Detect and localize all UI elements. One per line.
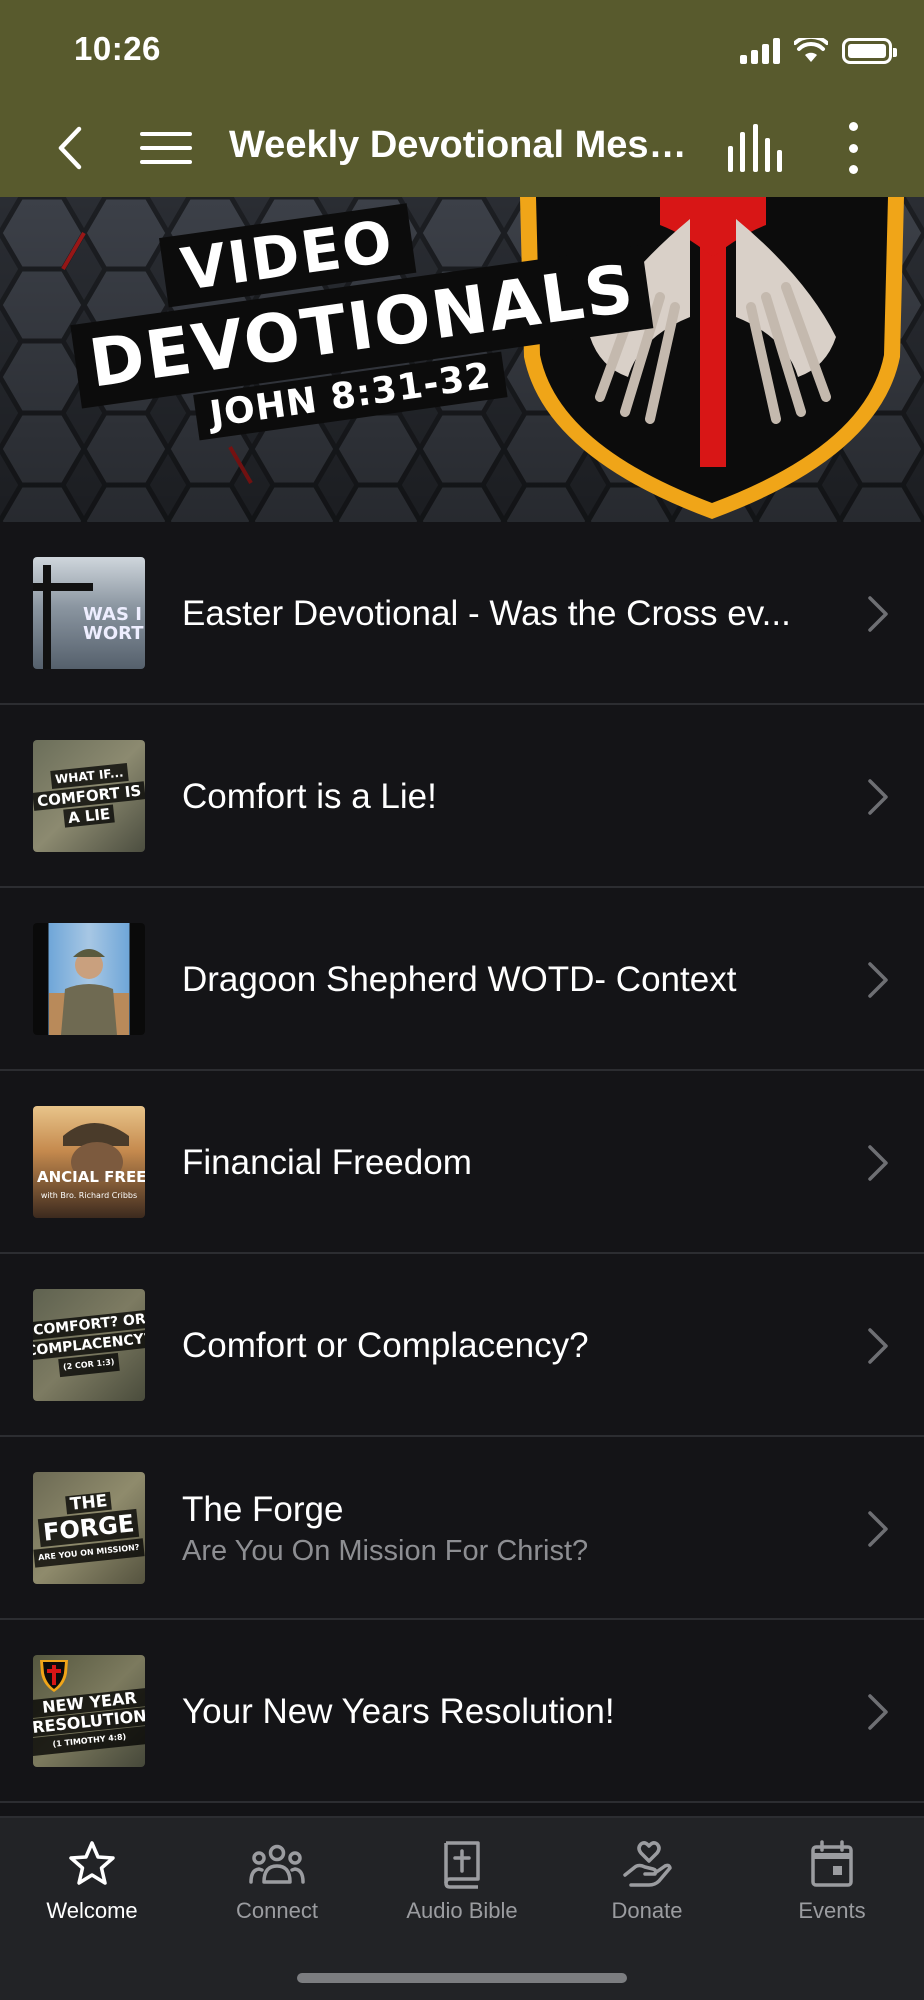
tab-donate[interactable]: Donate xyxy=(555,1836,739,1936)
chevron-left-icon xyxy=(58,126,82,170)
star-icon xyxy=(69,1841,115,1885)
series-banner: VIDEO DEVOTIONALS JOHN 8:31-32 xyxy=(0,197,924,522)
tab-label: Donate xyxy=(611,1898,683,1923)
page-title: Weekly Devotional Mess... xyxy=(229,124,699,166)
list-item-title: Comfort or Complacency? xyxy=(182,1325,589,1365)
list-item[interactable]: ANCIAL FREED with Bro. Richard Cribbs Fi… xyxy=(0,1071,924,1254)
chevron-right-icon xyxy=(868,779,888,815)
menu-button[interactable] xyxy=(140,126,192,170)
thumbnail-text: WAS I xyxy=(83,604,142,625)
list-item[interactable]: COMFORT? OR COMPLACENCY? (2 COR 1:3) Com… xyxy=(0,1254,924,1437)
chevron-right-icon xyxy=(868,1694,888,1730)
list-item[interactable]: NEW YEAR RESOLUTION (1 TIMOTHY 4:8) Your… xyxy=(0,1620,924,1803)
thumbnail-text: with Bro. Richard Cribbs xyxy=(40,1191,138,1200)
tab-welcome[interactable]: Welcome xyxy=(0,1836,184,1936)
hamburger-icon xyxy=(140,132,192,136)
chevron-right-icon xyxy=(868,596,888,632)
thumbnail-text: WORTH xyxy=(83,623,145,644)
thumbnail-text: THE xyxy=(65,1491,113,1515)
thumbnail-image: NEW YEAR RESOLUTION (1 TIMOTHY 4:8) xyxy=(33,1655,145,1767)
donate-hand-heart-icon xyxy=(623,1841,672,1887)
cellular-signal-icon xyxy=(740,38,780,64)
thumbnail-text: (2 COR 1:3) xyxy=(58,1352,120,1378)
chevron-right-icon xyxy=(868,1145,888,1181)
list-item[interactable]: WHAT IF... COMFORT IS A LIE Comfort is a… xyxy=(0,705,924,888)
people-icon xyxy=(249,1844,305,1884)
tab-audio-bible[interactable]: Audio Bible xyxy=(370,1836,554,1936)
soldier-photo-icon xyxy=(49,949,129,1035)
home-indicator[interactable] xyxy=(297,1973,627,1983)
list-item[interactable]: THE FORGE ARE YOU ON MISSION? The Forge … xyxy=(0,1437,924,1620)
chevron-right-icon xyxy=(868,1328,888,1364)
screen: 10:26 Weekly Devotional Mess... VIDEO DE… xyxy=(0,0,924,2000)
calendar-icon xyxy=(811,1840,853,1887)
chevron-right-icon xyxy=(868,962,888,998)
status-icons xyxy=(740,34,897,68)
more-options-button[interactable] xyxy=(838,122,868,174)
tab-events[interactable]: Events xyxy=(740,1836,924,1936)
tab-label: Connect xyxy=(236,1898,318,1923)
list-item-subtitle: Are You On Mission For Christ? xyxy=(182,1534,589,1567)
list-item-title: Your New Years Resolution! xyxy=(182,1691,615,1731)
tab-label: Audio Bible xyxy=(406,1898,518,1923)
list-item-title: Financial Freedom xyxy=(182,1142,472,1182)
equalizer-icon xyxy=(728,146,733,172)
shield-emblem-icon xyxy=(40,1660,68,1692)
audio-player-button[interactable] xyxy=(728,122,782,172)
app-header: 10:26 Weekly Devotional Mess... xyxy=(0,0,924,197)
chevron-right-icon xyxy=(868,1511,888,1547)
thumbnail-text: ANCIAL FREED xyxy=(37,1168,145,1186)
tab-label: Welcome xyxy=(46,1898,138,1923)
list-item-title: Dragoon Shepherd WOTD- Context xyxy=(182,959,737,999)
status-time: 10:26 xyxy=(74,30,161,67)
list-item-title: Comfort is a Lie! xyxy=(182,776,437,816)
list-item[interactable]: Dragoon Shepherd WOTD- Context xyxy=(0,888,924,1071)
tab-label: Events xyxy=(798,1898,866,1923)
thumbnail-image: WHAT IF... COMFORT IS A LIE xyxy=(33,740,145,852)
tab-connect[interactable]: Connect xyxy=(185,1836,369,1936)
list-item-title: Easter Devotional - Was the Cross ev... xyxy=(182,593,791,633)
more-vertical-icon xyxy=(848,122,858,131)
wifi-icon xyxy=(794,38,828,62)
thumbnail-image: THE FORGE ARE YOU ON MISSION? xyxy=(33,1472,145,1584)
thumbnail-image: ANCIAL FREED with Bro. Richard Cribbs xyxy=(33,1106,145,1218)
bible-icon xyxy=(444,1841,480,1889)
thumbnail-text: A LIE xyxy=(63,804,115,828)
back-button[interactable] xyxy=(48,120,92,176)
thumbnail-image: WAS I WORTH xyxy=(33,557,145,669)
list-item-title: The Forge xyxy=(182,1489,344,1529)
list-item[interactable]: WAS I WORTH Easter Devotional - Was the … xyxy=(0,522,924,705)
thumbnail-image: COMFORT? OR COMPLACENCY? (2 COR 1:3) xyxy=(33,1289,145,1401)
thumbnail-image xyxy=(33,923,145,1035)
battery-icon xyxy=(842,38,897,64)
devotional-list: WAS I WORTH Easter Devotional - Was the … xyxy=(0,522,924,1803)
